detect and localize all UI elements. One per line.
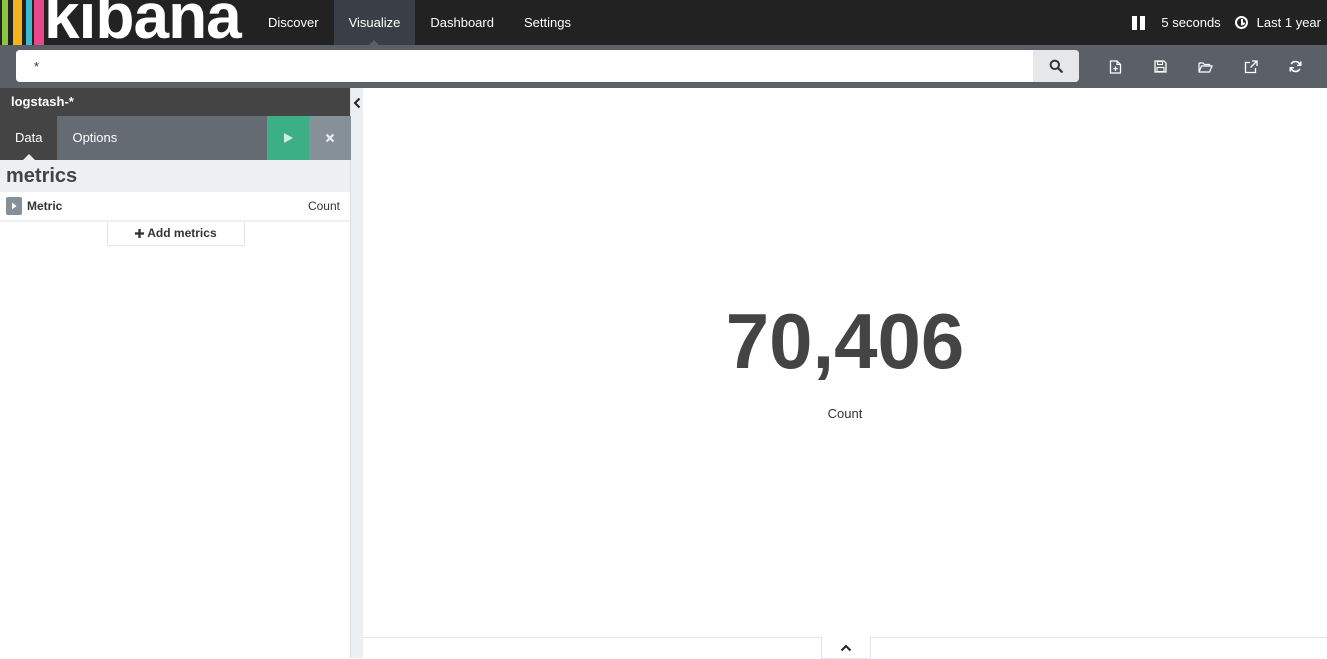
metrics-section-title: metrics bbox=[0, 160, 350, 192]
nav-dashboard[interactable]: Dashboard bbox=[415, 0, 509, 45]
open-button[interactable] bbox=[1183, 45, 1228, 88]
logo-stripe bbox=[34, 0, 44, 45]
logo-stripe bbox=[13, 0, 22, 45]
refresh-icon bbox=[1289, 60, 1302, 73]
tab-data[interactable]: Data bbox=[0, 116, 58, 160]
clock-icon bbox=[1234, 16, 1248, 29]
main-nav: Discover Visualize Dashboard Settings bbox=[253, 0, 586, 45]
visualization-area: 70,406 Count bbox=[363, 88, 1327, 637]
spy-toggle-button[interactable] bbox=[821, 637, 871, 659]
time-range[interactable]: Last 1 year bbox=[1257, 15, 1321, 30]
vis-editor-sidebar: logstash-* Data Options metrics Metric C… bbox=[0, 88, 351, 658]
metric-label: Count bbox=[827, 406, 863, 421]
search-bar bbox=[0, 45, 1327, 88]
add-metrics-button[interactable]: Add metrics bbox=[107, 222, 245, 246]
kibana-logo[interactable]: kibana bbox=[0, 0, 253, 45]
discard-changes-button[interactable] bbox=[309, 116, 351, 160]
share-button[interactable] bbox=[1228, 45, 1273, 88]
apply-changes-button[interactable] bbox=[267, 116, 309, 160]
metric-agg-row[interactable]: Metric Count bbox=[0, 192, 350, 222]
refresh-button[interactable] bbox=[1273, 45, 1318, 88]
sidebar-tabs: Data Options bbox=[0, 116, 351, 160]
search-box bbox=[16, 50, 1079, 82]
new-visualization-icon bbox=[1109, 59, 1122, 74]
tab-options[interactable]: Options bbox=[57, 116, 132, 160]
top-navbar: kibana Discover Visualize Dashboard Sett… bbox=[0, 0, 1327, 45]
search-button[interactable] bbox=[1033, 50, 1079, 82]
refresh-interval[interactable]: 5 seconds bbox=[1161, 15, 1220, 30]
new-visualization-button[interactable] bbox=[1093, 45, 1138, 88]
nav-visualize[interactable]: Visualize bbox=[333, 0, 416, 45]
open-icon bbox=[1198, 61, 1213, 73]
logo-stripe bbox=[2, 0, 8, 45]
search-icon bbox=[1049, 59, 1063, 73]
metric-agg-title: Metric bbox=[27, 199, 63, 213]
chevron-left-icon[interactable] bbox=[352, 97, 362, 109]
add-metrics-label: Add metrics bbox=[147, 226, 217, 240]
nav-settings[interactable]: Settings bbox=[509, 0, 586, 45]
spy-panel-bar bbox=[363, 637, 1327, 659]
sidebar-collapse-bar[interactable] bbox=[351, 88, 363, 658]
metric-value: 70,406 bbox=[725, 297, 965, 385]
plus-icon bbox=[135, 229, 145, 238]
expand-toggle-button[interactable] bbox=[6, 197, 22, 215]
logo-stripe bbox=[26, 0, 32, 45]
index-pattern-title: logstash-* bbox=[0, 88, 350, 116]
nav-discover[interactable]: Discover bbox=[253, 0, 334, 45]
save-icon bbox=[1154, 60, 1167, 73]
share-icon bbox=[1244, 59, 1258, 73]
chevron-up-icon bbox=[840, 644, 852, 651]
save-button[interactable] bbox=[1138, 45, 1183, 88]
vis-toolbar bbox=[1093, 45, 1318, 88]
close-icon bbox=[325, 133, 335, 143]
logo-wordmark: kibana bbox=[44, 0, 242, 45]
timepicker-controls: 5 seconds Last 1 year bbox=[1132, 0, 1321, 45]
metric-agg-type: Count bbox=[307, 199, 340, 213]
pause-icon[interactable] bbox=[1132, 15, 1146, 30]
search-input[interactable] bbox=[16, 50, 1033, 82]
caret-right-icon bbox=[12, 202, 17, 210]
play-icon bbox=[283, 133, 293, 143]
